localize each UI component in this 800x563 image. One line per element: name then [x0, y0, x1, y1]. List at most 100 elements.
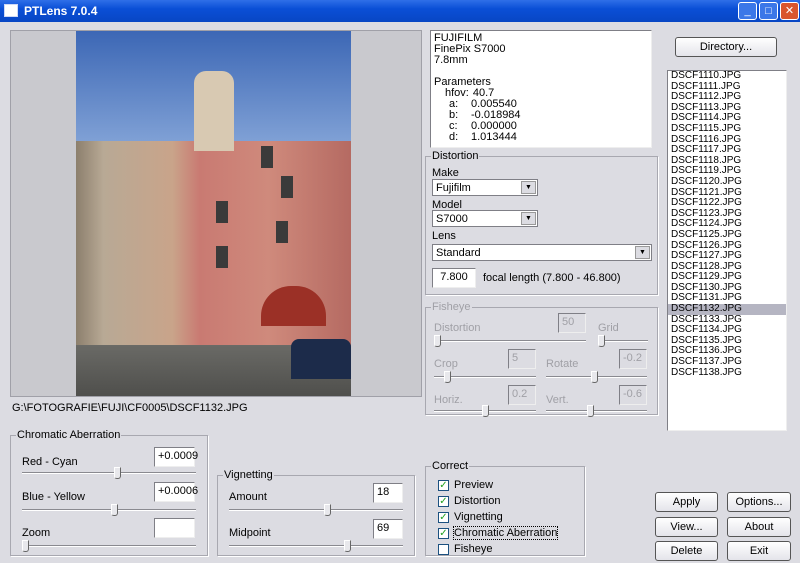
model-select[interactable]: S7000 ▼ — [432, 210, 538, 227]
checkbox-label: Vignetting — [454, 511, 503, 523]
options-button[interactable]: Options... — [727, 492, 791, 512]
file-list-item[interactable]: DSCF1138.JPG — [668, 367, 786, 379]
rotate-input[interactable]: -0.2 — [619, 349, 647, 369]
midpoint-input[interactable]: 69 — [373, 519, 403, 539]
correct-checkbox-row[interactable]: ✓ Distortion — [438, 493, 557, 509]
param-row: c: 0.000000 — [434, 121, 648, 132]
photo-window — [216, 201, 228, 223]
blue-yellow-input[interactable]: +0.0006 — [154, 482, 198, 502]
slider-thumb[interactable] — [591, 371, 599, 383]
slider-track — [22, 472, 196, 474]
focal-length-input[interactable]: 7.800 — [432, 268, 476, 288]
checkbox[interactable]: ✓ — [438, 527, 449, 539]
slider-track — [229, 545, 403, 547]
correct-checkbox-row[interactable]: Fisheye — [438, 541, 557, 557]
minimize-button[interactable]: _ — [738, 2, 757, 20]
distortion-group: Distortion Make Fujifilm ▼ Model S7000 ▼ L… — [425, 150, 658, 295]
chromatic-aberration-group: Chromatic Aberration Red - Cyan +0.0009 … — [10, 429, 208, 556]
red-cyan-input[interactable]: +0.0009 — [154, 447, 198, 467]
chevron-down-icon: ▼ — [521, 212, 536, 225]
directory-button[interactable]: Directory... — [675, 37, 777, 57]
correct-title: Correct — [431, 460, 470, 472]
slider-thumb[interactable] — [324, 504, 332, 516]
blue-yellow-label: Blue - Yellow — [22, 491, 85, 503]
zoom-slider[interactable] — [22, 540, 196, 552]
slider-thumb[interactable] — [443, 371, 451, 383]
maximize-button[interactable]: □ — [759, 2, 778, 20]
photo-car — [291, 339, 351, 379]
vert-input[interactable]: -0.6 — [619, 385, 647, 405]
correct-group: Correct ✓ Preview ✓ Distortion ✓ Vignetting ✓ C… — [425, 460, 585, 557]
slider-thumb[interactable] — [598, 335, 605, 347]
midpoint-slider[interactable] — [229, 540, 403, 552]
fisheye-distortion-input[interactable]: 50 — [558, 313, 586, 333]
horiz-slider[interactable] — [434, 405, 536, 417]
param-row: hfov: 40.7 — [434, 88, 648, 99]
make-select[interactable]: Fujifilm ▼ — [432, 179, 538, 196]
checkbox-label: Fisheye — [454, 543, 493, 555]
slider-thumb[interactable] — [110, 504, 118, 516]
correct-checkbox-row[interactable]: ✓ Preview — [438, 477, 557, 493]
amount-input[interactable]: 18 — [373, 483, 403, 503]
photo-window — [216, 246, 228, 268]
crop-slider[interactable] — [434, 371, 536, 383]
about-button[interactable]: About — [727, 517, 791, 537]
red-cyan-slider[interactable] — [22, 467, 196, 479]
crop-input[interactable]: 5 — [508, 349, 536, 369]
fisheye-title: Fisheye — [431, 301, 472, 313]
close-button[interactable]: ✕ — [780, 2, 799, 20]
lens-select[interactable]: Standard ▼ — [432, 244, 652, 261]
apply-button[interactable]: Apply — [655, 492, 718, 512]
zoom-input[interactable] — [154, 518, 195, 538]
slider-track — [434, 340, 586, 342]
slider-track — [229, 509, 403, 511]
file-list-item[interactable]: DSCF1120.JPG — [668, 176, 786, 188]
vignetting-title: Vignetting — [223, 469, 274, 481]
rotate-slider[interactable] — [546, 371, 647, 383]
checkbox[interactable] — [438, 543, 449, 555]
blue-yellow-slider[interactable] — [22, 504, 196, 516]
file-list-item[interactable]: DSCF1115.JPG — [668, 123, 786, 135]
correct-checkbox-row[interactable]: ✓ Vignetting — [438, 509, 557, 525]
file-list-item[interactable]: DSCF1110.JPG — [668, 71, 786, 82]
view-button[interactable]: View... — [655, 517, 718, 537]
photo-awning — [261, 286, 326, 326]
vert-slider[interactable] — [546, 405, 647, 417]
slider-thumb[interactable] — [434, 335, 441, 347]
grid-slider[interactable] — [598, 335, 648, 347]
amount-slider[interactable] — [229, 504, 403, 516]
make-value: Fujifilm — [436, 182, 471, 194]
file-list[interactable]: DSCF1110.JPG DSCF1111.JPG DSCF1112.JPG DSCF… — [667, 70, 787, 431]
make-label: Make — [432, 167, 459, 179]
checkbox[interactable]: ✓ — [438, 479, 449, 491]
photo-tower — [194, 71, 234, 151]
chevron-down-icon: ▼ — [635, 246, 650, 259]
photo-window — [276, 221, 288, 243]
chevron-down-icon: ▼ — [521, 181, 536, 194]
slider-thumb[interactable] — [344, 540, 352, 552]
amount-label: Amount — [229, 491, 267, 503]
image-preview[interactable] — [10, 30, 422, 397]
checkbox-label: Preview — [454, 479, 494, 491]
slider-track — [22, 545, 196, 547]
correct-checkbox-row[interactable]: ✓ Chromatic Aberration — [438, 525, 559, 541]
image-path: G:\FOTOGRAFIE\FUJI\CF0005\DSCF1132.JPG — [12, 402, 248, 414]
photo-window — [261, 146, 273, 168]
file-list-item[interactable]: DSCF1125.JPG — [668, 229, 786, 241]
info-focal: 7.8mm — [434, 54, 468, 66]
delete-button[interactable]: Delete — [655, 541, 718, 561]
checkbox-label: Distortion — [454, 495, 501, 507]
slider-thumb[interactable] — [587, 405, 595, 417]
slider-thumb[interactable] — [22, 540, 29, 552]
slider-thumb[interactable] — [113, 467, 121, 479]
fisheye-distortion-slider[interactable] — [434, 335, 586, 347]
info-panel: FUJIFILM FinePix S7000 7.8mm Parameters … — [430, 30, 652, 148]
zoom-label: Zoom — [22, 527, 51, 539]
checkbox[interactable]: ✓ — [438, 495, 449, 507]
slider-thumb[interactable] — [481, 405, 489, 417]
exit-button[interactable]: Exit — [727, 541, 791, 561]
horiz-input[interactable]: 0.2 — [508, 385, 536, 405]
lens-label: Lens — [432, 230, 456, 242]
fisheye-group: Fisheye Distortion 50 Grid Crop 5 Rotate… — [425, 301, 658, 417]
checkbox[interactable]: ✓ — [438, 511, 449, 523]
